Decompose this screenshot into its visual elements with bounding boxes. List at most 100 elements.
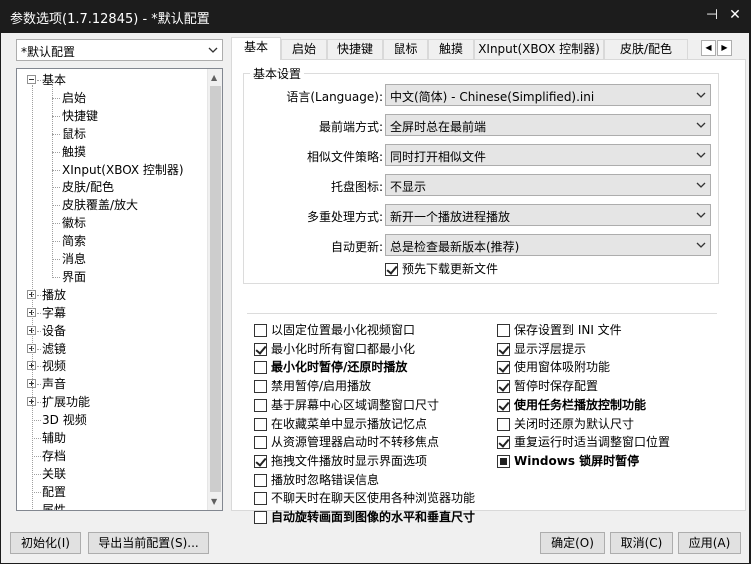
field-select[interactable]: 新开一个播放进程播放 [385, 204, 711, 226]
field-select-value: 中文(简体) - Chinese(Simplified).ini [390, 90, 595, 104]
checkbox-box[interactable] [254, 473, 267, 487]
ok-button[interactable]: 确定(O) [540, 532, 605, 554]
tree-item[interactable]: 配置 [17, 483, 207, 501]
checkbox-box[interactable] [254, 511, 267, 524]
checkbox-box[interactable] [254, 324, 267, 337]
field-select[interactable]: 总是检查最新版本(推荐) [385, 234, 711, 256]
chevron-down-icon [696, 212, 706, 218]
field-select[interactable]: 不显示 [385, 174, 711, 196]
tab-scroll-right-button[interactable]: ▶ [717, 40, 732, 56]
tree-item-label: 鼠标 [62, 126, 87, 141]
tree-scrollbar[interactable]: ▲ ▼ [207, 69, 222, 510]
tree-item[interactable]: 声音 [17, 375, 207, 393]
chevron-down-icon [696, 92, 706, 98]
tree-item[interactable]: 界面 [17, 268, 207, 286]
tab[interactable]: 鼠标 [383, 39, 428, 59]
checkbox-label: 禁用暂停/启用播放 [271, 379, 372, 394]
dialog-body: *默认配置 ▲ ▼ 基本 启始 快捷键 鼠标 触摸 XInput(XBOX 控制器) 皮肤/… [1, 33, 749, 563]
tree-item-label: 声音 [42, 377, 67, 392]
tree-connector [52, 241, 60, 243]
tree-item[interactable]: 消息 [17, 250, 207, 268]
tree-item[interactable]: 滤镜 [17, 340, 207, 358]
tree-item[interactable]: XInput(XBOX 控制器) [17, 161, 207, 179]
checkbox-box[interactable] [254, 454, 267, 468]
scroll-down-icon[interactable]: ▼ [211, 497, 217, 506]
tree-connector [32, 438, 41, 439]
tree-item-label: 播放 [42, 287, 67, 302]
tree-item[interactable]: 皮肤/配色 [17, 178, 207, 196]
tree-item[interactable]: 扩展功能 [17, 393, 207, 411]
checkbox-box[interactable] [497, 398, 510, 412]
tab[interactable]: 启始 [281, 39, 327, 59]
tree-item[interactable]: 鼠标 [17, 125, 207, 143]
pin-icon[interactable]: ⊣ [703, 6, 721, 24]
checkbox-label: 使用窗体吸附功能 [514, 360, 611, 375]
checkbox-box[interactable] [497, 324, 510, 337]
title-bar: 参数选项(1.7.12845) - *默认配置 ⊣ ✕ [0, 0, 751, 33]
checkbox-box[interactable] [254, 436, 267, 450]
checkbox-box[interactable] [254, 342, 267, 356]
settings-tree[interactable]: ▲ ▼ 基本 启始快捷键 鼠标触摸 XInput(XBOX 控制器) 皮肤/配色皮肤覆盖… [16, 68, 223, 511]
tree-item[interactable]: 触摸 [17, 143, 207, 161]
checkbox-box[interactable] [497, 380, 510, 394]
tree-item[interactable]: 快捷键 [17, 107, 207, 125]
field-select[interactable]: 同时打开相似文件 [385, 144, 711, 166]
tree-item-label: 关联 [42, 466, 67, 481]
chevron-down-icon [696, 182, 706, 188]
tree-item[interactable]: 徽标 [17, 214, 207, 232]
tree-item[interactable]: 播放 [17, 286, 207, 304]
tree-item[interactable]: 3D 视频 [17, 411, 207, 429]
field-select-value: 全屏时总在最前端 [390, 120, 487, 134]
checkbox-box[interactable] [497, 417, 510, 431]
export-config-button[interactable]: 导出当前配置(S)... [88, 532, 209, 554]
tree-connector [52, 259, 60, 260]
tree-item[interactable]: 属性 [17, 501, 207, 510]
checkbox-box[interactable] [254, 492, 267, 506]
tree-item[interactable]: 皮肤覆盖/放大 [17, 196, 207, 214]
chevron-down-icon [696, 122, 706, 128]
tree-item[interactable]: 辅助 [17, 429, 207, 447]
checkbox-box[interactable] [497, 436, 510, 450]
checkbox-label: 以固定位置最小化视频窗口 [271, 323, 416, 337]
field-select[interactable]: 中文(简体) - Chinese(Simplified).ini [385, 84, 711, 106]
checkbox-box[interactable] [254, 398, 267, 412]
checkbox-box[interactable] [497, 454, 510, 468]
checkbox-box[interactable] [385, 263, 398, 276]
checkbox-box[interactable] [254, 380, 267, 394]
scroll-up-icon[interactable]: ▲ [211, 73, 217, 82]
checkbox-box[interactable] [497, 342, 510, 356]
cancel-button[interactable]: 取消(C) [610, 532, 673, 554]
tree-item[interactable]: 存档 [17, 447, 207, 465]
tab[interactable]: 皮肤/配色 [604, 39, 688, 59]
tab[interactable]: XInput(XBOX 控制器) [474, 39, 604, 59]
checkbox-box[interactable] [497, 361, 510, 375]
field-label: 最前端方式: [318, 120, 383, 134]
checkbox-box[interactable] [254, 417, 267, 431]
collapse-icon[interactable] [27, 75, 36, 84]
chevron-down-icon [696, 242, 706, 248]
init-button[interactable]: 初始化(I) [10, 532, 81, 554]
tree-item[interactable]: 字幕 [17, 304, 207, 322]
tree-item[interactable]: 启始 [17, 89, 207, 107]
field-select[interactable]: 全屏时总在最前端 [385, 114, 711, 136]
group-title: 基本设置 [250, 65, 305, 82]
close-icon[interactable]: ✕ [726, 6, 744, 24]
checkbox-label: 从资源管理器启动时不转移焦点 [271, 435, 440, 450]
tab[interactable]: 快捷键 [327, 39, 383, 59]
scroll-thumb[interactable] [210, 86, 221, 492]
tab-scroll-left-button[interactable]: ◀ [701, 40, 716, 56]
tree-item-label: 皮肤覆盖/放大 [62, 198, 139, 213]
tree-item-label: 启始 [62, 90, 87, 105]
tab[interactable]: 基本 [231, 37, 281, 60]
tree-item-label: 徽标 [62, 216, 87, 231]
profile-select[interactable]: *默认配置 [16, 39, 223, 61]
tree-item[interactable]: 视频 [17, 357, 207, 375]
apply-button[interactable]: 应用(A) [678, 532, 741, 554]
tree-item[interactable]: 设备 [17, 322, 207, 340]
checkbox-box[interactable] [254, 361, 267, 375]
tab[interactable]: 触摸 [428, 39, 474, 59]
tree-item[interactable]: 关联 [17, 465, 207, 483]
checkbox-label: Windows 锁屏时暂停 [514, 453, 640, 468]
tree-item[interactable]: 简索 [17, 232, 207, 250]
tree-item[interactable]: 基本 [17, 71, 207, 89]
